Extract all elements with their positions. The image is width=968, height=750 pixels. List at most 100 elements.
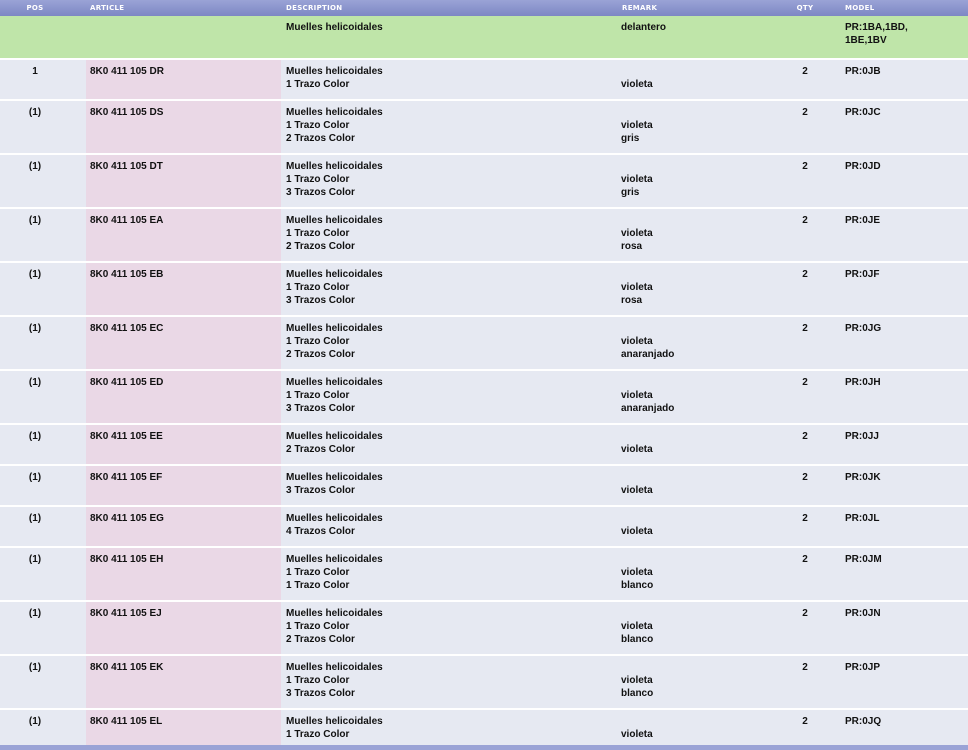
remark-line: violeta — [621, 567, 653, 578]
row-article-number[interactable]: 8K0 411 105 EB — [86, 263, 281, 315]
remark-line: blanco — [621, 634, 654, 645]
description-line: 3 Trazos Color — [286, 187, 355, 198]
header-description[interactable]: DESCRIPTION — [286, 4, 342, 12]
row-qty: 2 — [802, 107, 808, 118]
remark-line: violeta — [621, 390, 653, 401]
table-row[interactable]: (1) 8K0 411 105 EL Muelles helicoidales 1 T… — [0, 710, 968, 750]
row-remark: violeta gris — [621, 106, 653, 145]
description-line: 4 Trazos Color — [286, 526, 355, 537]
row-pos: (1) — [28, 323, 42, 334]
remark-line: gris — [621, 133, 640, 144]
remark-line: rosa — [621, 295, 643, 306]
row-remark: violeta anaranjado — [621, 376, 674, 415]
row-article-number[interactable]: 8K0 411 105 EE — [86, 425, 281, 464]
row-article-number[interactable]: 8K0 411 105 DT — [86, 155, 281, 207]
row-qty: 2 — [802, 472, 808, 483]
row-qty: 2 — [802, 662, 808, 673]
row-model: PR:0JP — [845, 662, 881, 673]
row-model: PR:0JE — [845, 215, 881, 226]
table-row[interactable]: (1) 8K0 411 105 DT Muelles helicoidales 1 T… — [0, 155, 968, 209]
table-row[interactable]: (1) 8K0 411 105 EJ Muelles helicoidales 1 T… — [0, 602, 968, 656]
header-remark[interactable]: REMARK — [622, 4, 657, 12]
remark-line — [621, 376, 674, 389]
row-article-number[interactable]: 8K0 411 105 EA — [86, 209, 281, 261]
description-line: 1 Trazo Color — [286, 675, 350, 686]
row-description: Muelles helicoidales 1 Trazo Color 2 Trazo… — [286, 607, 383, 646]
row-remark: violeta — [621, 715, 653, 741]
row-article-number[interactable]: 8K0 411 105 EJ — [86, 602, 281, 654]
description-line: 1 Trazo Color — [286, 390, 350, 401]
row-description: Muelles helicoidales 4 Trazos Color — [286, 512, 383, 538]
row-model: PR:0JF — [845, 269, 880, 280]
table-row[interactable]: (1) 8K0 411 105 ED Muelles helicoidales 1 T… — [0, 371, 968, 425]
remark-line — [621, 471, 653, 484]
row-article-number[interactable]: 8K0 411 105 DR — [86, 60, 281, 99]
row-article-number[interactable]: 8K0 411 105 EL — [86, 710, 281, 749]
table-row[interactable]: (1) 8K0 411 105 EA Muelles helicoidales 1 T… — [0, 209, 968, 263]
description-line: 2 Trazos Color — [286, 133, 355, 144]
table-row[interactable]: (1) 8K0 411 105 EG Muelles helicoidales 4 T… — [0, 507, 968, 548]
remark-line: violeta — [621, 444, 653, 455]
row-remark: violeta anaranjado — [621, 322, 674, 361]
table-row[interactable]: (1) 8K0 411 105 EB Muelles helicoidales 1 T… — [0, 263, 968, 317]
header-article[interactable]: ARTICLE — [90, 4, 124, 12]
row-pos: (1) — [28, 215, 42, 226]
row-article-number[interactable]: 8K0 411 105 EK — [86, 656, 281, 708]
group-row: Muelles helicoidales delantero PR:1BA,1B… — [0, 16, 968, 60]
row-model: PR:0JN — [845, 608, 881, 619]
table-row[interactable]: (1) 8K0 411 105 DS Muelles helicoidales 1 T… — [0, 101, 968, 155]
row-article-number[interactable]: 8K0 411 105 EF — [86, 466, 281, 505]
table-row[interactable]: (1) 8K0 411 105 EF Muelles helicoidales 3 T… — [0, 466, 968, 507]
row-model: PR:0JM — [845, 554, 882, 565]
row-description: Muelles helicoidales 1 Trazo Color 2 Trazo… — [286, 322, 383, 361]
header-pos[interactable]: POS — [20, 4, 50, 12]
description-line: 1 Trazo Color — [286, 120, 350, 131]
remark-line: violeta — [621, 526, 653, 537]
remark-line: gris — [621, 187, 640, 198]
bottom-scroll-edge — [0, 745, 968, 750]
row-article-number[interactable]: 8K0 411 105 EG — [86, 507, 281, 546]
description-line: 1 Trazo Color — [286, 282, 350, 293]
table-row[interactable]: (1) 8K0 411 105 EE Muelles helicoidales 2 T… — [0, 425, 968, 466]
table-row[interactable]: (1) 8K0 411 105 EC Muelles helicoidales 1 T… — [0, 317, 968, 371]
description-line: Muelles helicoidales — [286, 554, 383, 565]
table-row[interactable]: (1) 8K0 411 105 EH Muelles helicoidales 1 T… — [0, 548, 968, 602]
description-line: 1 Trazo Color — [286, 567, 350, 578]
row-qty: 2 — [802, 554, 808, 565]
row-remark: violeta blanco — [621, 607, 653, 646]
row-article-number[interactable]: 8K0 411 105 DS — [86, 101, 281, 153]
table-row[interactable]: 1 8K0 411 105 DR Muelles helicoidales 1 Tra… — [0, 60, 968, 101]
remark-line: violeta — [621, 228, 653, 239]
description-line: Muelles helicoidales — [286, 377, 383, 388]
row-model: PR:0JJ — [845, 431, 879, 442]
row-remark: violeta rosa — [621, 214, 653, 253]
remark-line — [621, 512, 653, 525]
header-qty[interactable]: QTY — [790, 4, 820, 12]
description-line: 3 Trazos Color — [286, 295, 355, 306]
group-description: Muelles helicoidales — [286, 22, 383, 33]
row-remark: violeta blanco — [621, 661, 653, 700]
row-pos: (1) — [28, 269, 42, 280]
description-line: 1 Trazo Color — [286, 621, 350, 632]
description-line: Muelles helicoidales — [286, 662, 383, 673]
row-article-number[interactable]: 8K0 411 105 EH — [86, 548, 281, 600]
remark-line: anaranjado — [621, 349, 675, 360]
row-model: PR:0JK — [845, 472, 881, 483]
row-model: PR:0JB — [845, 66, 881, 77]
row-article-number[interactable]: 8K0 411 105 EC — [86, 317, 281, 369]
row-description: Muelles helicoidales 3 Trazos Color — [286, 471, 383, 497]
description-line: 1 Trazo Color — [286, 729, 350, 740]
row-description: Muelles helicoidales 1 Trazo Color 1 Trazo… — [286, 553, 383, 592]
row-article-number[interactable]: 8K0 411 105 ED — [86, 371, 281, 423]
row-qty: 2 — [802, 431, 808, 442]
row-pos: (1) — [28, 554, 42, 565]
row-qty: 2 — [802, 377, 808, 388]
remark-line: violeta — [621, 675, 653, 686]
row-pos: (1) — [28, 662, 42, 673]
remark-line — [621, 715, 653, 728]
remark-line — [621, 160, 653, 173]
header-model[interactable]: MODEL — [845, 4, 874, 12]
row-qty: 2 — [802, 161, 808, 172]
table-row[interactable]: (1) 8K0 411 105 EK Muelles helicoidales 1 T… — [0, 656, 968, 710]
group-remark: delantero — [621, 22, 667, 33]
